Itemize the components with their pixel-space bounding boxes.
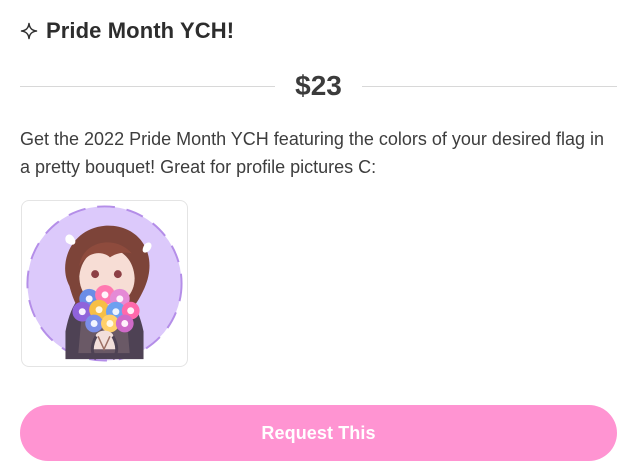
pride-bouquet-artwork <box>26 205 183 362</box>
price-row: $23 <box>20 64 617 108</box>
artwork-thumbnail[interactable] <box>21 200 188 367</box>
price-label: $23 <box>295 70 342 101</box>
price-divider-left <box>20 85 276 87</box>
page-title: Pride Month YCH! <box>46 18 235 43</box>
price-divider-right <box>361 85 617 87</box>
request-this-button[interactable]: Request This <box>20 405 617 461</box>
title-row: Pride Month YCH! <box>20 14 234 48</box>
description-text: Get the 2022 Pride Month YCH featuring t… <box>20 129 604 177</box>
sparkle-icon <box>20 22 38 40</box>
